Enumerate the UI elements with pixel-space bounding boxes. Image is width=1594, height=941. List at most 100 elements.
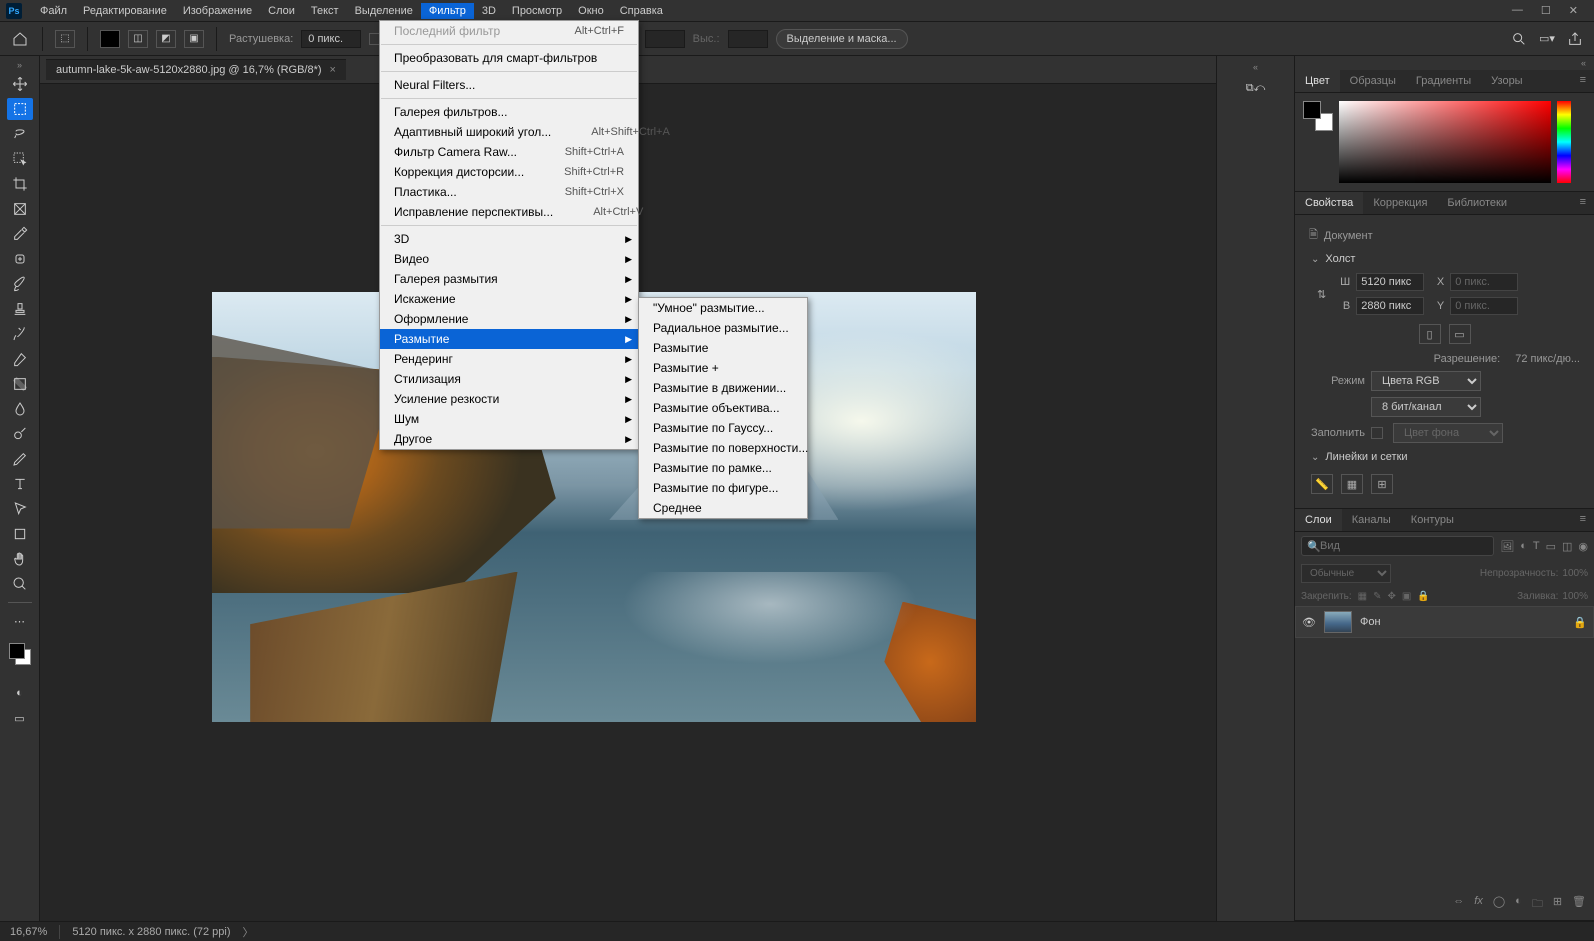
marquee-tool-icon[interactable]: ⬚ — [55, 30, 75, 48]
visibility-icon[interactable]: 👁 — [1302, 616, 1316, 629]
tab-color[interactable]: Цвет — [1295, 70, 1340, 92]
filter-menu-item[interactable]: Фильтр Camera Raw...Shift+Ctrl+A — [380, 142, 638, 162]
color-fgbg[interactable] — [1303, 101, 1333, 131]
filter-toggle-icon[interactable]: ◉ — [1578, 540, 1588, 553]
zoom-level[interactable]: 16,67% — [10, 926, 47, 938]
filter-menu-item[interactable]: Усиление резкости▶ — [380, 389, 638, 409]
filter-menu-item[interactable]: Шум▶ — [380, 409, 638, 429]
grid-icon[interactable]: ▦ — [1341, 474, 1363, 494]
feather-input[interactable] — [301, 30, 361, 48]
document-tab[interactable]: autumn-lake-5k-aw-5120x2880.jpg @ 16,7% … — [46, 59, 346, 80]
blur-submenu-item[interactable]: Размытие объектива... — [639, 398, 807, 418]
menu-select[interactable]: Выделение — [347, 3, 421, 19]
brush-tool[interactable] — [7, 273, 33, 295]
workspace-icon[interactable]: ▭▾ — [1538, 30, 1556, 48]
menu-layers[interactable]: Слои — [260, 3, 303, 19]
tab-gradients[interactable]: Градиенты — [1406, 70, 1481, 92]
tab-adjustments[interactable]: Коррекция — [1363, 192, 1437, 214]
tab-properties[interactable]: Свойства — [1295, 192, 1363, 214]
filter-menu-item[interactable]: Галерея размытия▶ — [380, 269, 638, 289]
filter-menu-item[interactable]: Пластика...Shift+Ctrl+X — [380, 182, 638, 202]
adjustment-icon[interactable]: ◐ — [1515, 895, 1522, 914]
link-icon[interactable]: ⇅ — [1317, 288, 1326, 301]
tab-patterns[interactable]: Узоры — [1481, 70, 1532, 92]
crop-tool[interactable] — [7, 173, 33, 195]
hue-slider[interactable] — [1557, 101, 1571, 183]
blur-submenu-item[interactable]: Размытие в движении... — [639, 378, 807, 398]
close-icon[interactable]: ✕ — [1569, 4, 1578, 17]
marquee-tool[interactable] — [7, 98, 33, 120]
filter-menu-item[interactable]: Рендеринг▶ — [380, 349, 638, 369]
filter-menu-item[interactable]: Размытие▶ — [380, 329, 638, 349]
blur-submenu-item[interactable]: Среднее — [639, 498, 807, 518]
menu-window[interactable]: Окно — [570, 3, 612, 19]
filter-menu-item[interactable]: Адаптивный широкий угол...Alt+Shift+Ctrl… — [380, 122, 638, 142]
selection-add-icon[interactable]: ◫ — [128, 30, 148, 48]
lock-icon[interactable]: 🔒 — [1573, 616, 1587, 629]
quick-mask-icon[interactable]: ◐ — [7, 682, 33, 704]
delete-icon[interactable]: 🗑 — [1572, 895, 1586, 914]
height-field[interactable] — [1356, 297, 1424, 315]
eyedropper-tool[interactable] — [7, 223, 33, 245]
foreground-background-colors[interactable] — [7, 641, 33, 667]
doc-dimensions[interactable]: 5120 пикс. x 2880 пикс. (72 ppi) — [72, 926, 230, 938]
filter-menu-item[interactable]: Галерея фильтров... — [380, 102, 638, 122]
edit-toolbar-icon[interactable]: ⋯ — [7, 610, 33, 632]
width-field[interactable] — [1356, 273, 1424, 291]
menu-help[interactable]: Справка — [612, 3, 671, 19]
fx-icon[interactable]: fx — [1474, 895, 1483, 914]
menu-text[interactable]: Текст — [303, 3, 347, 19]
selection-intersect-icon[interactable]: ▣ — [184, 30, 204, 48]
menu-filter[interactable]: Фильтр — [421, 3, 474, 19]
filter-menu-item[interactable]: Neural Filters... — [380, 75, 638, 95]
filter-menu-item[interactable]: Исправление перспективы...Alt+Ctrl+V — [380, 202, 638, 222]
move-tool[interactable] — [7, 73, 33, 95]
tab-paths[interactable]: Контуры — [1401, 509, 1464, 531]
link-layers-icon[interactable]: ⇔ — [1453, 895, 1464, 914]
healing-tool[interactable] — [7, 248, 33, 270]
landscape-icon[interactable]: ▭ — [1449, 324, 1471, 344]
history-brush-tool[interactable] — [7, 323, 33, 345]
menu-3d[interactable]: 3D — [474, 3, 504, 19]
hand-tool[interactable] — [7, 548, 33, 570]
blur-submenu-item[interactable]: Размытие по Гауссу... — [639, 418, 807, 438]
lock-artboard-icon[interactable]: ▣ — [1402, 591, 1411, 602]
filter-menu-item[interactable]: Другое▶ — [380, 429, 638, 449]
lasso-tool[interactable] — [7, 123, 33, 145]
filter-menu-item[interactable]: Видео▶ — [380, 249, 638, 269]
filter-menu-item[interactable]: Искажение▶ — [380, 289, 638, 309]
ruler-icon[interactable]: 📏 — [1311, 474, 1333, 494]
lock-position-icon[interactable]: ✥ — [1388, 591, 1396, 602]
stamp-tool[interactable] — [7, 298, 33, 320]
dodge-tool[interactable] — [7, 423, 33, 445]
home-icon[interactable] — [10, 29, 30, 49]
status-arrow-icon[interactable]: 〉 — [243, 924, 254, 940]
blur-submenu-item[interactable]: "Умное" размытие... — [639, 298, 807, 318]
group-icon[interactable]: 🗀 — [1532, 895, 1543, 914]
color-mode-select[interactable]: Цвета RGB — [1371, 371, 1481, 391]
blur-submenu-item[interactable]: Размытие по поверхности... — [639, 438, 807, 458]
search-icon[interactable] — [1510, 30, 1528, 48]
pen-tool[interactable] — [7, 448, 33, 470]
filter-menu-item[interactable]: Преобразовать для смарт-фильтров — [380, 48, 638, 68]
blur-tool[interactable] — [7, 398, 33, 420]
selection-new-icon[interactable] — [100, 30, 120, 48]
filter-image-icon[interactable]: 🖼 — [1500, 540, 1514, 553]
screen-mode-icon[interactable]: ▭ — [7, 707, 33, 729]
filter-menu-item[interactable]: Стилизация▶ — [380, 369, 638, 389]
maximize-icon[interactable]: ☐ — [1541, 4, 1551, 17]
selection-subtract-icon[interactable]: ◩ — [156, 30, 176, 48]
menu-file[interactable]: Файл — [32, 3, 75, 19]
gradient-tool[interactable] — [7, 373, 33, 395]
panel-menu-icon[interactable]: ≡ — [1572, 509, 1594, 531]
eraser-tool[interactable] — [7, 348, 33, 370]
frame-tool[interactable] — [7, 198, 33, 220]
tab-close-icon[interactable]: × — [330, 64, 336, 76]
rulers-section[interactable]: Линейки и сетки — [1303, 446, 1586, 468]
portrait-icon[interactable]: ▯ — [1419, 324, 1441, 344]
object-select-tool[interactable] — [7, 148, 33, 170]
filter-menu-item[interactable]: Коррекция дисторсии...Shift+Ctrl+R — [380, 162, 638, 182]
menu-edit[interactable]: Редактирование — [75, 3, 175, 19]
tab-channels[interactable]: Каналы — [1342, 509, 1401, 531]
filter-adjust-icon[interactable]: ◐ — [1520, 540, 1527, 552]
